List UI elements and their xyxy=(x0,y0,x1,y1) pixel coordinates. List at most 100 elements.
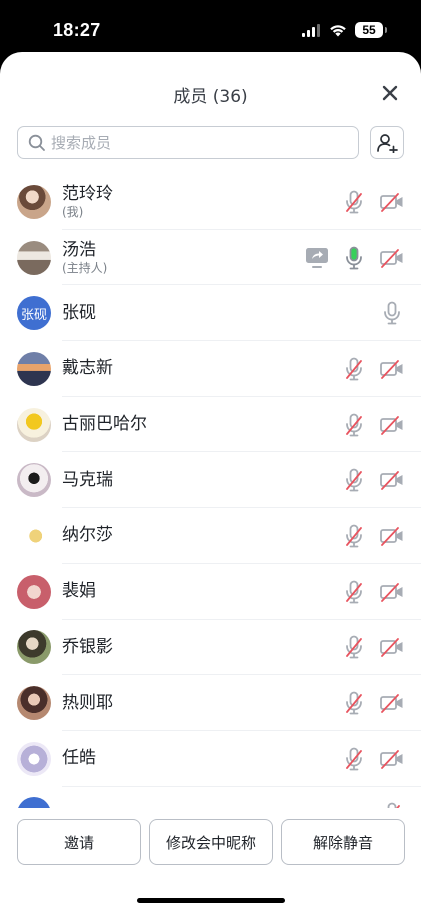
member-name: 范玲玲 xyxy=(62,183,113,204)
action-bar: 邀请 修改会中昵称 解除静音 xyxy=(17,819,405,865)
member-status-icons xyxy=(342,413,404,437)
avatar xyxy=(17,574,51,609)
member-status-icons xyxy=(342,580,404,604)
member-status-icons xyxy=(342,190,404,214)
member-name: 纳尔莎 xyxy=(62,525,113,546)
close-icon xyxy=(382,85,398,101)
member-status-icons xyxy=(380,802,404,808)
avatar xyxy=(17,463,51,498)
mic-muted-icon[interactable] xyxy=(342,413,366,437)
member-name: 戴志新 xyxy=(62,358,113,379)
camera-off-icon[interactable] xyxy=(380,413,404,437)
member-row[interactable]: 任皓 xyxy=(0,731,421,787)
member-info: 古丽巴哈尔 xyxy=(62,414,147,435)
member-info: 范玲玲 (我) xyxy=(62,184,113,220)
avatar xyxy=(17,630,51,665)
member-row[interactable]: 范玲玲 (我) xyxy=(0,174,421,230)
member-status-icons xyxy=(342,357,404,381)
member-info: 任皓 xyxy=(62,748,96,769)
mic-muted-icon[interactable] xyxy=(342,190,366,214)
rename-button[interactable]: 修改会中昵称 xyxy=(149,819,273,865)
camera-off-icon[interactable] xyxy=(380,468,404,492)
invite-member-button[interactable] xyxy=(370,126,404,159)
signal-icon xyxy=(302,23,320,37)
camera-off-icon[interactable] xyxy=(380,246,404,270)
camera-off-icon[interactable] xyxy=(380,524,404,548)
member-row[interactable]: 汤浩 (主持人) xyxy=(0,230,421,286)
mic-muted-icon[interactable] xyxy=(342,747,366,771)
mic-muted-icon[interactable] xyxy=(342,357,366,381)
search-input[interactable] xyxy=(51,133,341,152)
avatar xyxy=(17,407,51,442)
mic-icon[interactable] xyxy=(342,246,366,270)
camera-off-icon[interactable] xyxy=(380,357,404,381)
camera-off-icon[interactable] xyxy=(380,691,404,715)
mic-muted-icon[interactable] xyxy=(342,468,366,492)
camera-off-icon[interactable] xyxy=(380,635,404,659)
page-title: 成员 (36) xyxy=(173,87,248,107)
member-name: 马克瑞 xyxy=(62,469,113,490)
member-row[interactable] xyxy=(0,787,421,808)
member-name: 张砚 xyxy=(62,302,96,323)
member-name: 裴娟 xyxy=(62,581,96,602)
member-list[interactable]: 范玲玲 (我) 汤浩 (主持人) 张砚 张砚戴志新古丽巴哈尔马克瑞纳尔莎裴娟乔银影热则耶任… xyxy=(0,174,421,808)
mic-muted-icon[interactable] xyxy=(342,635,366,659)
avatar xyxy=(17,240,51,275)
member-name: 汤浩 xyxy=(62,239,96,260)
member-info: 张砚 xyxy=(62,303,96,324)
search-bar[interactable] xyxy=(17,126,359,159)
camera-off-icon[interactable] xyxy=(380,190,404,214)
member-name: 乔银影 xyxy=(62,636,113,657)
member-row[interactable]: 裴娟 xyxy=(0,564,421,620)
avatar xyxy=(17,741,51,776)
avatar xyxy=(17,686,51,721)
mic-muted-icon[interactable] xyxy=(342,691,366,715)
avatar xyxy=(17,518,51,553)
mic-muted-icon[interactable] xyxy=(342,524,366,548)
member-info: 马克瑞 xyxy=(62,470,113,491)
member-status-icons xyxy=(342,468,404,492)
camera-off-icon[interactable] xyxy=(380,580,404,604)
member-status-icons xyxy=(380,301,404,325)
member-info: 裴娟 xyxy=(62,581,96,602)
member-name: 古丽巴哈尔 xyxy=(62,414,147,435)
member-info: 乔银影 xyxy=(62,637,113,658)
member-info: 汤浩 (主持人) xyxy=(62,240,107,276)
search-icon xyxy=(28,134,45,151)
member-row[interactable]: 古丽巴哈尔 xyxy=(0,397,421,453)
member-row[interactable]: 纳尔莎 xyxy=(0,508,421,564)
member-status-icons xyxy=(342,635,404,659)
mic-icon[interactable] xyxy=(380,301,404,325)
member-row[interactable]: 戴志新 xyxy=(0,341,421,397)
status-icons: 55 xyxy=(302,22,387,38)
member-row[interactable]: 马克瑞 xyxy=(0,452,421,508)
status-bar: 18:27 55 xyxy=(0,0,421,52)
member-info: 纳尔莎 xyxy=(62,525,113,546)
member-status-icons xyxy=(304,246,404,270)
member-row[interactable]: 张砚 张砚 xyxy=(0,285,421,341)
add-user-icon xyxy=(377,133,398,153)
mic-muted-icon[interactable] xyxy=(380,802,404,808)
avatar xyxy=(17,797,51,808)
status-time: 18:27 xyxy=(53,20,101,40)
avatar: 张砚 xyxy=(17,296,51,331)
close-button[interactable] xyxy=(379,82,401,104)
mic-muted-icon[interactable] xyxy=(342,580,366,604)
members-sheet: 成员 (36) 范玲玲(我) 汤浩(主持人) 张砚张砚戴志新古丽巴哈尔马克瑞纳尔莎裴… xyxy=(0,52,421,913)
member-row[interactable]: 热则耶 xyxy=(0,675,421,731)
member-name: 热则耶 xyxy=(62,692,113,713)
home-indicator xyxy=(137,898,285,903)
member-info: 戴志新 xyxy=(62,358,113,379)
member-status-icons xyxy=(342,747,404,771)
member-row[interactable]: 乔银影 xyxy=(0,620,421,676)
unmute-all-button[interactable]: 解除静音 xyxy=(281,819,405,865)
battery-indicator: 55 xyxy=(355,22,387,38)
camera-off-icon[interactable] xyxy=(380,747,404,771)
avatar xyxy=(17,351,51,386)
member-role: (我) xyxy=(62,204,84,219)
avatar xyxy=(17,184,51,219)
member-status-icons xyxy=(342,524,404,548)
invite-button[interactable]: 邀请 xyxy=(17,819,141,865)
member-info: 热则耶 xyxy=(62,693,113,714)
wifi-icon xyxy=(330,24,346,36)
